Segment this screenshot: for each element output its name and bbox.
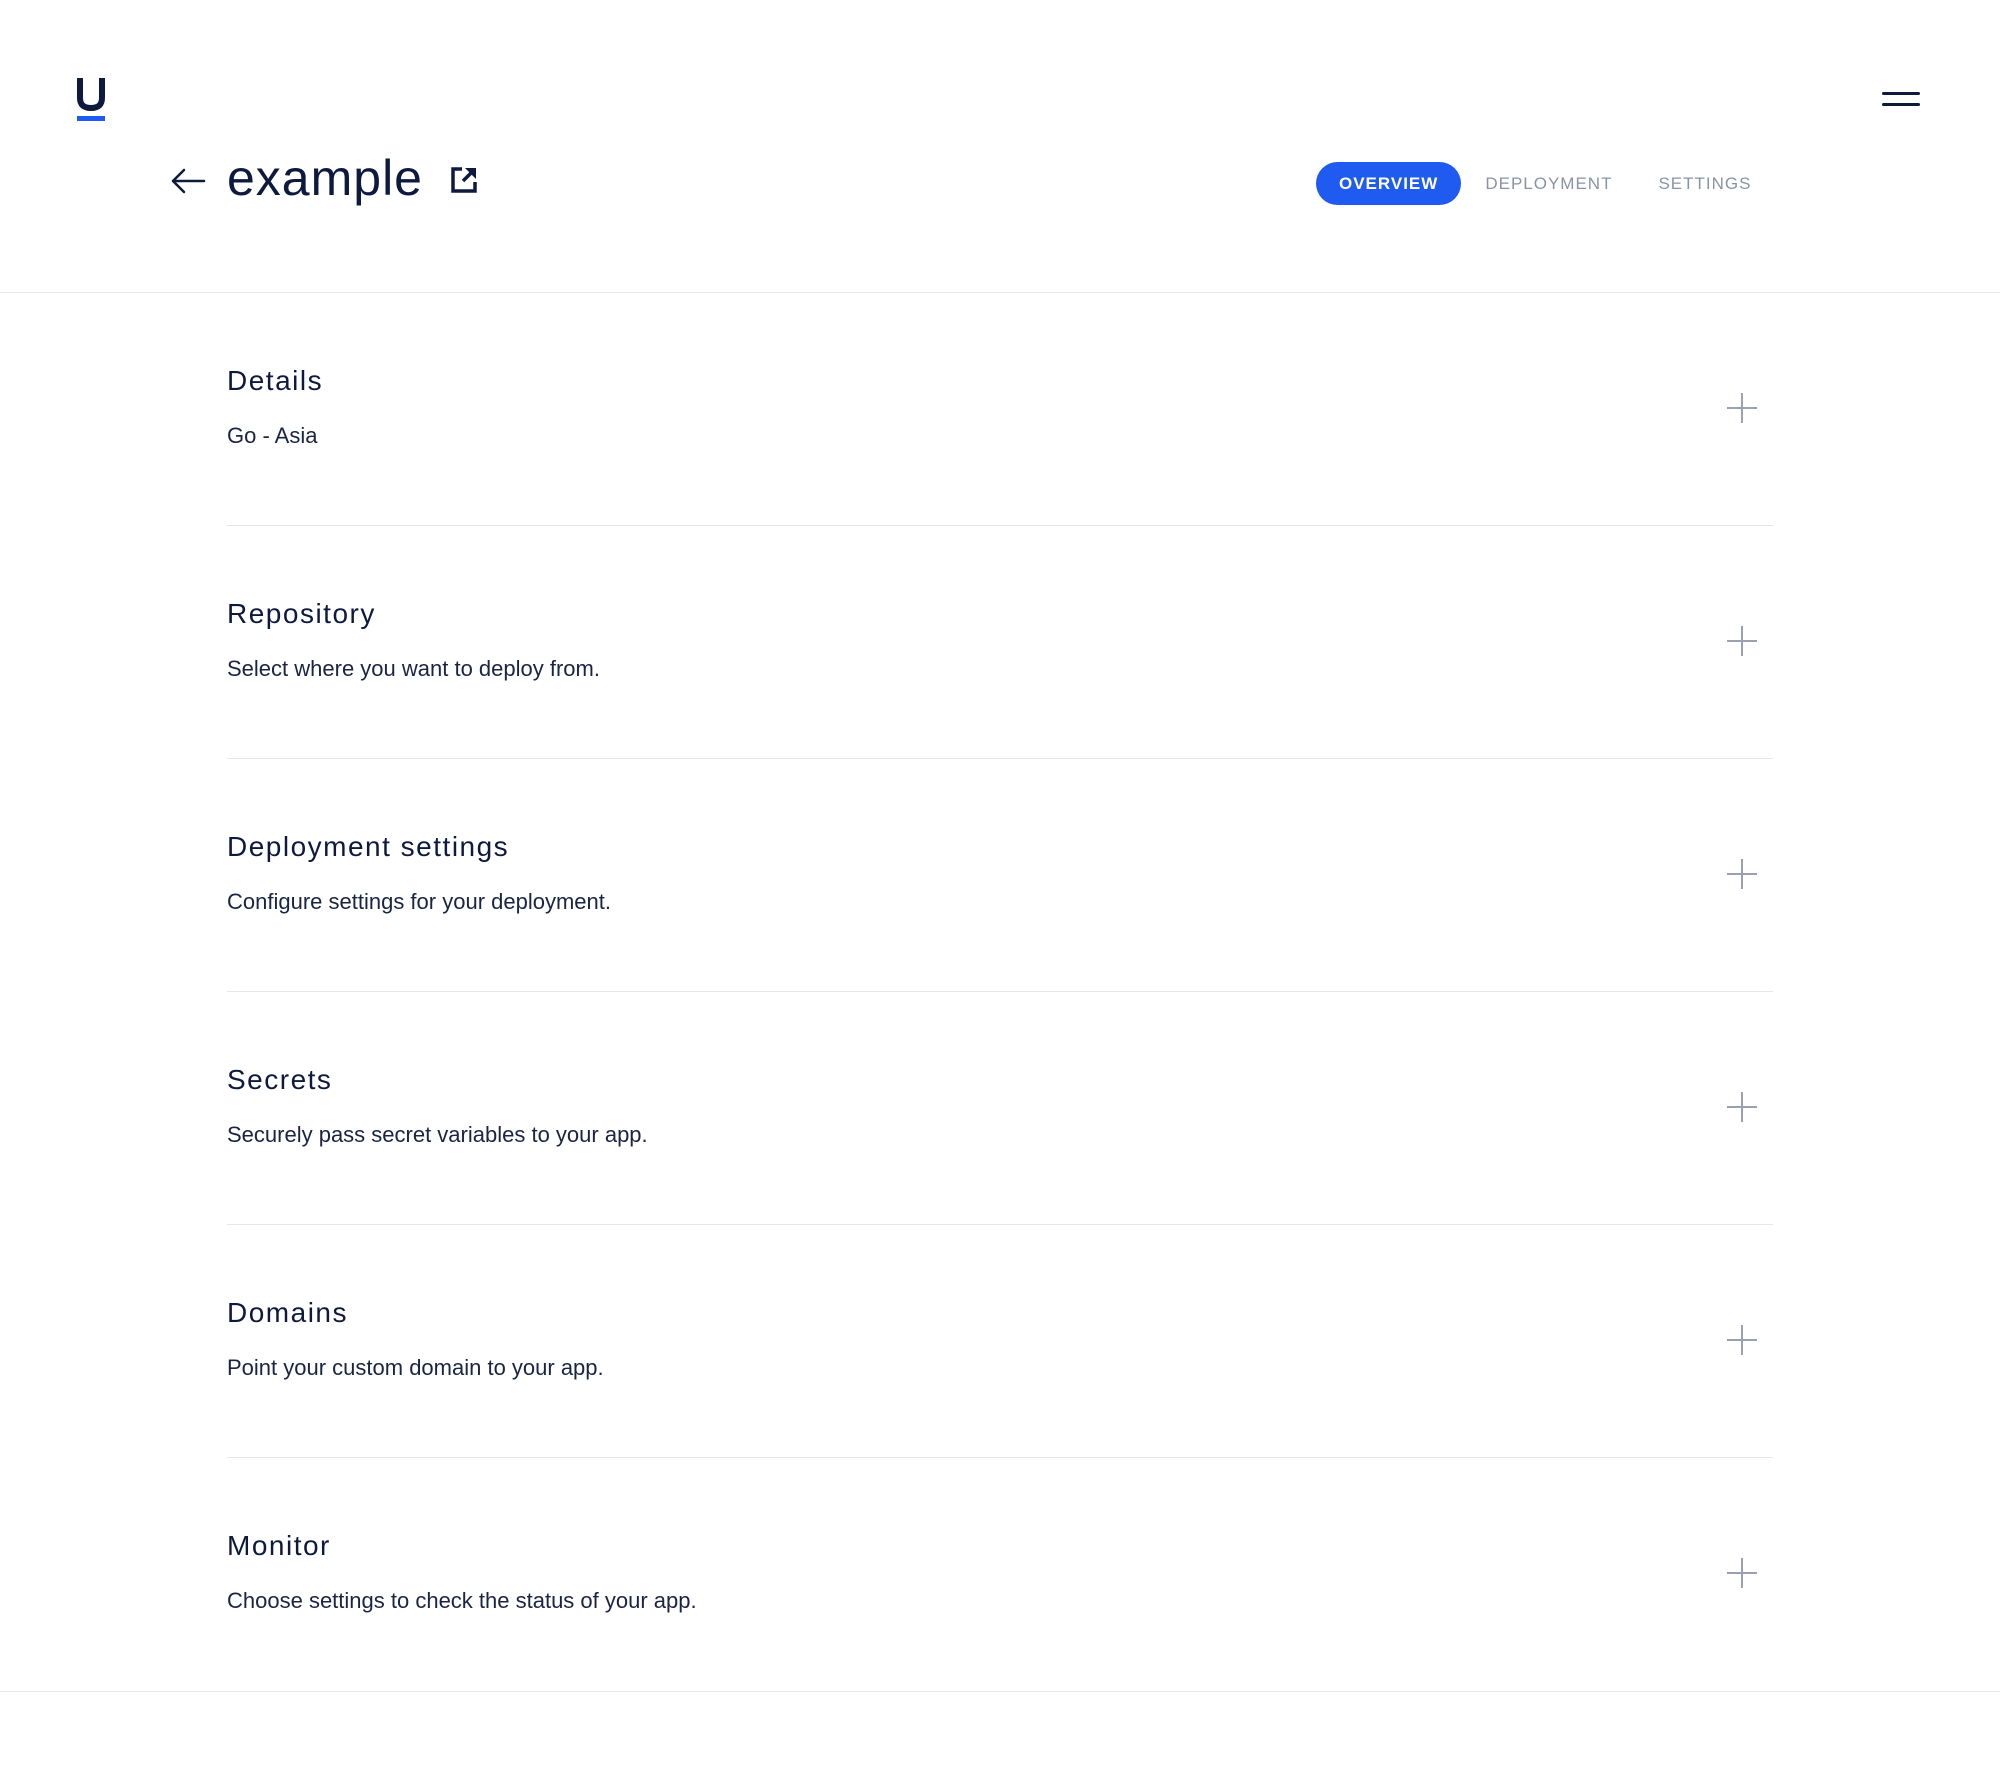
tab-overview[interactable]: OVERVIEW (1316, 162, 1462, 205)
tab-bar: OVERVIEW DEPLOYMENT SETTINGS (1316, 162, 1751, 205)
section-title: Secrets (227, 1064, 333, 1095)
footer-divider (0, 1691, 2000, 1692)
plus-icon[interactable] (1727, 1558, 1757, 1588)
plus-icon[interactable] (1727, 626, 1757, 656)
section-title: Details (227, 365, 324, 396)
section-description: Point your custom domain to your app. (227, 1355, 604, 1380)
section-description: Configure settings for your deployment. (227, 889, 611, 914)
u-logo-icon[interactable] (76, 76, 106, 122)
tab-settings[interactable]: SETTINGS (1658, 162, 1751, 205)
section-title: Domains (227, 1297, 348, 1328)
plus-icon[interactable] (1727, 1092, 1757, 1122)
section-monitor[interactable]: Monitor Choose settings to check the sta… (227, 1458, 1773, 1691)
section-secrets[interactable]: Secrets Securely pass secret variables t… (227, 992, 1773, 1225)
plus-icon[interactable] (1727, 1325, 1757, 1355)
section-title: Repository (227, 598, 376, 629)
hamburger-menu-icon[interactable] (1882, 90, 1920, 108)
section-title: Deployment settings (227, 831, 510, 862)
page: example OVERVIEW DEPLOYMENT SETTINGS Det… (0, 0, 2000, 1768)
arrow-left-icon[interactable] (170, 166, 206, 196)
section-details[interactable]: Details Go - Asia (227, 293, 1773, 526)
section-domains[interactable]: Domains Point your custom domain to your… (227, 1225, 1773, 1458)
section-description: Select where you want to deploy from. (227, 656, 600, 681)
page-title: example (227, 150, 423, 206)
tab-deployment[interactable]: DEPLOYMENT (1485, 162, 1612, 205)
menu-line-bottom (1882, 103, 1920, 106)
section-deployment-settings[interactable]: Deployment settings Configure settings f… (227, 759, 1773, 992)
external-link-icon[interactable] (450, 166, 478, 194)
plus-icon[interactable] (1727, 859, 1757, 889)
section-description: Choose settings to check the status of y… (227, 1588, 697, 1613)
plus-icon[interactable] (1727, 393, 1757, 423)
section-list: Details Go - Asia Repository Select wher… (227, 293, 1773, 1691)
section-title: Monitor (227, 1530, 331, 1561)
section-description: Go - Asia (227, 423, 318, 448)
menu-line-top (1882, 92, 1920, 95)
section-description: Securely pass secret variables to your a… (227, 1122, 648, 1147)
section-repository[interactable]: Repository Select where you want to depl… (227, 526, 1773, 759)
